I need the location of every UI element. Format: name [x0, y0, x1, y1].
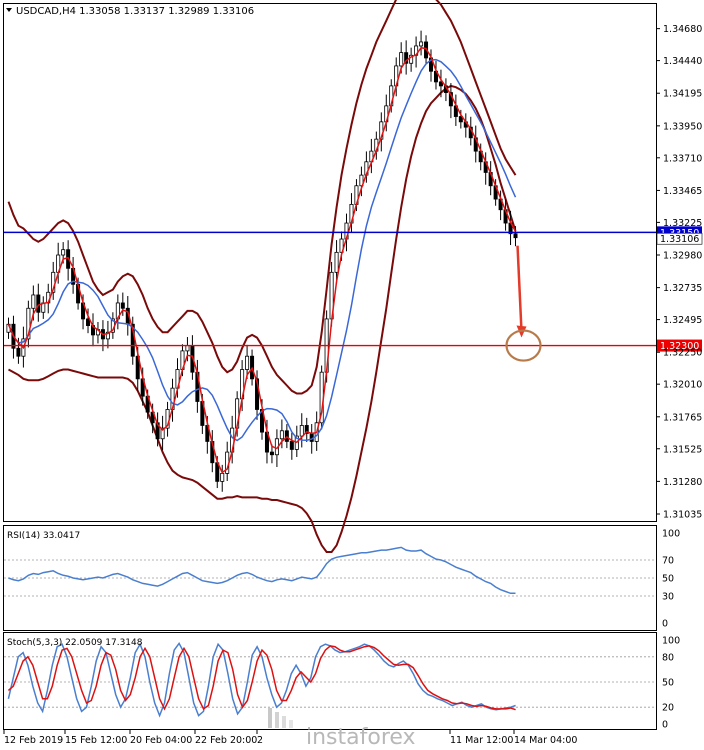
- candle-body: [269, 451, 274, 456]
- price-tick-label: 1.31035: [663, 510, 702, 521]
- symbol-header: USDCAD,H4 1.33058 1.33137 1.32989 1.3310…: [6, 6, 254, 17]
- stoch-tick-label: 0: [662, 720, 668, 731]
- price-chart: 1.331501.323001.33106 1.346801.344401.34…: [3, 0, 703, 750]
- candle-body: [185, 345, 190, 352]
- price-tick-label: 1.34680: [663, 24, 702, 35]
- time-tick-label: 12 Feb 2019: [4, 735, 63, 746]
- time-tick-label: 2: [257, 735, 263, 746]
- stoch-label: Stoch(5,3,3) 22.0509 17.3148: [7, 638, 143, 648]
- watermark-text: instaforex: [306, 725, 416, 750]
- stoch-tick-label: 80: [662, 652, 674, 663]
- candle-body: [120, 302, 125, 309]
- candle-body: [36, 294, 41, 313]
- candle-body: [289, 441, 294, 450]
- price-axis-ticks: 1.34680 1.34440 1.34195 1.33950 1.33710 1.334…: [656, 24, 702, 521]
- time-tick-label: 22 Feb 20:00: [195, 735, 257, 746]
- time-tick-label: 15 Feb 12:00: [65, 735, 127, 746]
- price-tick-label: 1.33950: [663, 121, 702, 132]
- price-tick-label: 1.31765: [663, 412, 702, 423]
- price-tick-label: 1.32010: [663, 380, 702, 391]
- price-tick-label: 1.33465: [663, 186, 702, 197]
- rsi-label: RSI(14) 33.0417: [7, 531, 80, 541]
- stoch-tick-label: 50: [662, 678, 674, 689]
- candle-body: [61, 249, 66, 256]
- candle-body: [31, 294, 36, 309]
- candle-body: [279, 430, 284, 440]
- candle-body: [334, 251, 339, 273]
- candle-body: [245, 355, 250, 370]
- price-tick-label: 1.32735: [663, 283, 702, 294]
- price-tick-label: 1.33710: [663, 153, 702, 164]
- price-tick-label: 1.31280: [663, 477, 702, 488]
- price-tick-label: 1.32250: [663, 348, 702, 359]
- price-tick-label: 1.34195: [663, 89, 702, 100]
- price-tick-label: 1.32980: [663, 251, 702, 262]
- symbol-header-text: USDCAD,H4 1.33058 1.33137 1.32989 1.3310…: [16, 6, 254, 17]
- price-tick-label: 1.31525: [663, 444, 702, 455]
- candle-body: [419, 41, 424, 47]
- candle-body: [220, 472, 225, 482]
- rsi-tick-label: 30: [662, 592, 674, 603]
- stoch-tick-label: 100: [662, 636, 680, 647]
- time-axis: 12 Feb 2019 15 Feb 12:00 20 Feb 04:00 22 Fe…: [3, 730, 577, 746]
- candle-body: [513, 233, 518, 239]
- price-tick-label: 1.32495: [663, 315, 702, 326]
- candle-body: [16, 347, 21, 357]
- price-tick-label: 1.33225: [663, 218, 702, 229]
- time-tick-label: 20 Feb 04:00: [130, 735, 192, 746]
- time-tick-label: 11 Mar 12:00: [450, 735, 513, 746]
- price-tick-label: 1.34440: [663, 56, 702, 67]
- time-tick-label: 14 Mar 04:00: [514, 735, 577, 746]
- rsi-tick-label: 100: [662, 529, 680, 540]
- rsi-tick-label: 0: [662, 619, 668, 630]
- rsi-tick-label: 70: [662, 556, 674, 567]
- stoch-tick-label: 20: [662, 703, 674, 714]
- candle-body: [399, 52, 404, 67]
- rsi-tick-label: 50: [662, 574, 674, 585]
- candle-body: [299, 425, 304, 437]
- current-price-text: 1.33106: [660, 234, 699, 245]
